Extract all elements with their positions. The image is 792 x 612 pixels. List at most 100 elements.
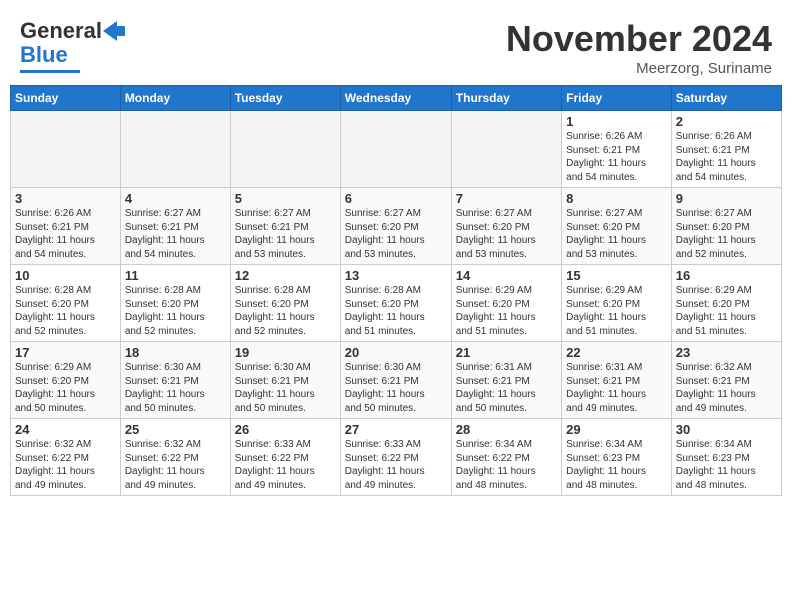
- day-number: 19: [235, 345, 336, 360]
- day-info: Sunrise: 6:28 AM Sunset: 6:20 PM Dayligh…: [345, 284, 447, 338]
- logo-icon: [103, 21, 125, 41]
- day-info: Sunrise: 6:32 AM Sunset: 6:21 PM Dayligh…: [676, 361, 777, 415]
- calendar-cell: 23Sunrise: 6:32 AM Sunset: 6:21 PM Dayli…: [671, 342, 781, 419]
- day-number: 16: [676, 268, 777, 283]
- day-info: Sunrise: 6:30 AM Sunset: 6:21 PM Dayligh…: [345, 361, 447, 415]
- calendar-cell: 26Sunrise: 6:33 AM Sunset: 6:22 PM Dayli…: [230, 419, 340, 496]
- day-number: 23: [676, 345, 777, 360]
- day-number: 8: [566, 191, 667, 206]
- calendar-cell: 3Sunrise: 6:26 AM Sunset: 6:21 PM Daylig…: [11, 188, 121, 265]
- logo-underline: [20, 70, 80, 73]
- calendar-cell: [230, 111, 340, 188]
- title-block: November 2024 Meerzorg, Suriname: [506, 18, 772, 77]
- day-info: Sunrise: 6:32 AM Sunset: 6:22 PM Dayligh…: [15, 438, 116, 492]
- calendar-week-2: 3Sunrise: 6:26 AM Sunset: 6:21 PM Daylig…: [11, 188, 782, 265]
- day-info: Sunrise: 6:30 AM Sunset: 6:21 PM Dayligh…: [235, 361, 336, 415]
- calendar-cell: 13Sunrise: 6:28 AM Sunset: 6:20 PM Dayli…: [340, 265, 451, 342]
- calendar-cell: 9Sunrise: 6:27 AM Sunset: 6:20 PM Daylig…: [671, 188, 781, 265]
- calendar-cell: 7Sunrise: 6:27 AM Sunset: 6:20 PM Daylig…: [451, 188, 561, 265]
- day-number: 29: [566, 422, 667, 437]
- calendar-cell: 6Sunrise: 6:27 AM Sunset: 6:20 PM Daylig…: [340, 188, 451, 265]
- day-info: Sunrise: 6:29 AM Sunset: 6:20 PM Dayligh…: [456, 284, 557, 338]
- day-number: 5: [235, 191, 336, 206]
- day-number: 10: [15, 268, 116, 283]
- day-info: Sunrise: 6:30 AM Sunset: 6:21 PM Dayligh…: [125, 361, 226, 415]
- day-number: 13: [345, 268, 447, 283]
- day-number: 28: [456, 422, 557, 437]
- calendar-table: SundayMondayTuesdayWednesdayThursdayFrid…: [10, 85, 782, 496]
- day-info: Sunrise: 6:27 AM Sunset: 6:21 PM Dayligh…: [125, 207, 226, 261]
- calendar-cell: 30Sunrise: 6:34 AM Sunset: 6:23 PM Dayli…: [671, 419, 781, 496]
- day-number: 18: [125, 345, 226, 360]
- day-number: 11: [125, 268, 226, 283]
- day-number: 1: [566, 114, 667, 129]
- calendar-cell: 11Sunrise: 6:28 AM Sunset: 6:20 PM Dayli…: [120, 265, 230, 342]
- calendar-cell: 18Sunrise: 6:30 AM Sunset: 6:21 PM Dayli…: [120, 342, 230, 419]
- day-info: Sunrise: 6:29 AM Sunset: 6:20 PM Dayligh…: [15, 361, 116, 415]
- weekday-header-sunday: Sunday: [11, 86, 121, 111]
- day-number: 22: [566, 345, 667, 360]
- day-info: Sunrise: 6:26 AM Sunset: 6:21 PM Dayligh…: [566, 130, 667, 184]
- day-info: Sunrise: 6:29 AM Sunset: 6:20 PM Dayligh…: [676, 284, 777, 338]
- calendar-cell: [120, 111, 230, 188]
- day-number: 7: [456, 191, 557, 206]
- day-number: 20: [345, 345, 447, 360]
- day-info: Sunrise: 6:26 AM Sunset: 6:21 PM Dayligh…: [676, 130, 777, 184]
- calendar-cell: 24Sunrise: 6:32 AM Sunset: 6:22 PM Dayli…: [11, 419, 121, 496]
- day-number: 3: [15, 191, 116, 206]
- calendar-cell: [340, 111, 451, 188]
- weekday-header-row: SundayMondayTuesdayWednesdayThursdayFrid…: [11, 86, 782, 111]
- day-info: Sunrise: 6:27 AM Sunset: 6:20 PM Dayligh…: [676, 207, 777, 261]
- day-number: 4: [125, 191, 226, 206]
- day-number: 25: [125, 422, 226, 437]
- calendar-cell: 27Sunrise: 6:33 AM Sunset: 6:22 PM Dayli…: [340, 419, 451, 496]
- calendar-week-1: 1Sunrise: 6:26 AM Sunset: 6:21 PM Daylig…: [11, 111, 782, 188]
- day-info: Sunrise: 6:28 AM Sunset: 6:20 PM Dayligh…: [15, 284, 116, 338]
- calendar-cell: 28Sunrise: 6:34 AM Sunset: 6:22 PM Dayli…: [451, 419, 561, 496]
- calendar-cell: 19Sunrise: 6:30 AM Sunset: 6:21 PM Dayli…: [230, 342, 340, 419]
- weekday-header-thursday: Thursday: [451, 86, 561, 111]
- day-info: Sunrise: 6:27 AM Sunset: 6:20 PM Dayligh…: [456, 207, 557, 261]
- calendar-cell: [451, 111, 561, 188]
- calendar-cell: 17Sunrise: 6:29 AM Sunset: 6:20 PM Dayli…: [11, 342, 121, 419]
- calendar-cell: 5Sunrise: 6:27 AM Sunset: 6:21 PM Daylig…: [230, 188, 340, 265]
- calendar-cell: 22Sunrise: 6:31 AM Sunset: 6:21 PM Dayli…: [562, 342, 672, 419]
- calendar-cell: 20Sunrise: 6:30 AM Sunset: 6:21 PM Dayli…: [340, 342, 451, 419]
- weekday-header-monday: Monday: [120, 86, 230, 111]
- day-info: Sunrise: 6:33 AM Sunset: 6:22 PM Dayligh…: [235, 438, 336, 492]
- day-info: Sunrise: 6:26 AM Sunset: 6:21 PM Dayligh…: [15, 207, 116, 261]
- day-info: Sunrise: 6:28 AM Sunset: 6:20 PM Dayligh…: [235, 284, 336, 338]
- day-number: 12: [235, 268, 336, 283]
- calendar-cell: 29Sunrise: 6:34 AM Sunset: 6:23 PM Dayli…: [562, 419, 672, 496]
- day-info: Sunrise: 6:27 AM Sunset: 6:20 PM Dayligh…: [345, 207, 447, 261]
- weekday-header-friday: Friday: [562, 86, 672, 111]
- month-title: November 2024: [506, 18, 772, 60]
- calendar-week-5: 24Sunrise: 6:32 AM Sunset: 6:22 PM Dayli…: [11, 419, 782, 496]
- day-number: 14: [456, 268, 557, 283]
- day-number: 24: [15, 422, 116, 437]
- day-number: 27: [345, 422, 447, 437]
- calendar-cell: 14Sunrise: 6:29 AM Sunset: 6:20 PM Dayli…: [451, 265, 561, 342]
- day-info: Sunrise: 6:27 AM Sunset: 6:21 PM Dayligh…: [235, 207, 336, 261]
- weekday-header-saturday: Saturday: [671, 86, 781, 111]
- weekday-header-tuesday: Tuesday: [230, 86, 340, 111]
- calendar-cell: 4Sunrise: 6:27 AM Sunset: 6:21 PM Daylig…: [120, 188, 230, 265]
- page-header: General Blue November 2024 Meerzorg, Sur…: [10, 10, 782, 81]
- logo-general: General: [20, 18, 102, 44]
- day-number: 15: [566, 268, 667, 283]
- calendar-cell: 16Sunrise: 6:29 AM Sunset: 6:20 PM Dayli…: [671, 265, 781, 342]
- weekday-header-wednesday: Wednesday: [340, 86, 451, 111]
- calendar-cell: [11, 111, 121, 188]
- day-info: Sunrise: 6:31 AM Sunset: 6:21 PM Dayligh…: [456, 361, 557, 415]
- day-number: 26: [235, 422, 336, 437]
- calendar-cell: 21Sunrise: 6:31 AM Sunset: 6:21 PM Dayli…: [451, 342, 561, 419]
- calendar-week-3: 10Sunrise: 6:28 AM Sunset: 6:20 PM Dayli…: [11, 265, 782, 342]
- day-info: Sunrise: 6:29 AM Sunset: 6:20 PM Dayligh…: [566, 284, 667, 338]
- calendar-week-4: 17Sunrise: 6:29 AM Sunset: 6:20 PM Dayli…: [11, 342, 782, 419]
- day-number: 21: [456, 345, 557, 360]
- day-info: Sunrise: 6:34 AM Sunset: 6:23 PM Dayligh…: [566, 438, 667, 492]
- day-info: Sunrise: 6:28 AM Sunset: 6:20 PM Dayligh…: [125, 284, 226, 338]
- logo: General Blue: [20, 18, 125, 73]
- day-number: 6: [345, 191, 447, 206]
- day-number: 30: [676, 422, 777, 437]
